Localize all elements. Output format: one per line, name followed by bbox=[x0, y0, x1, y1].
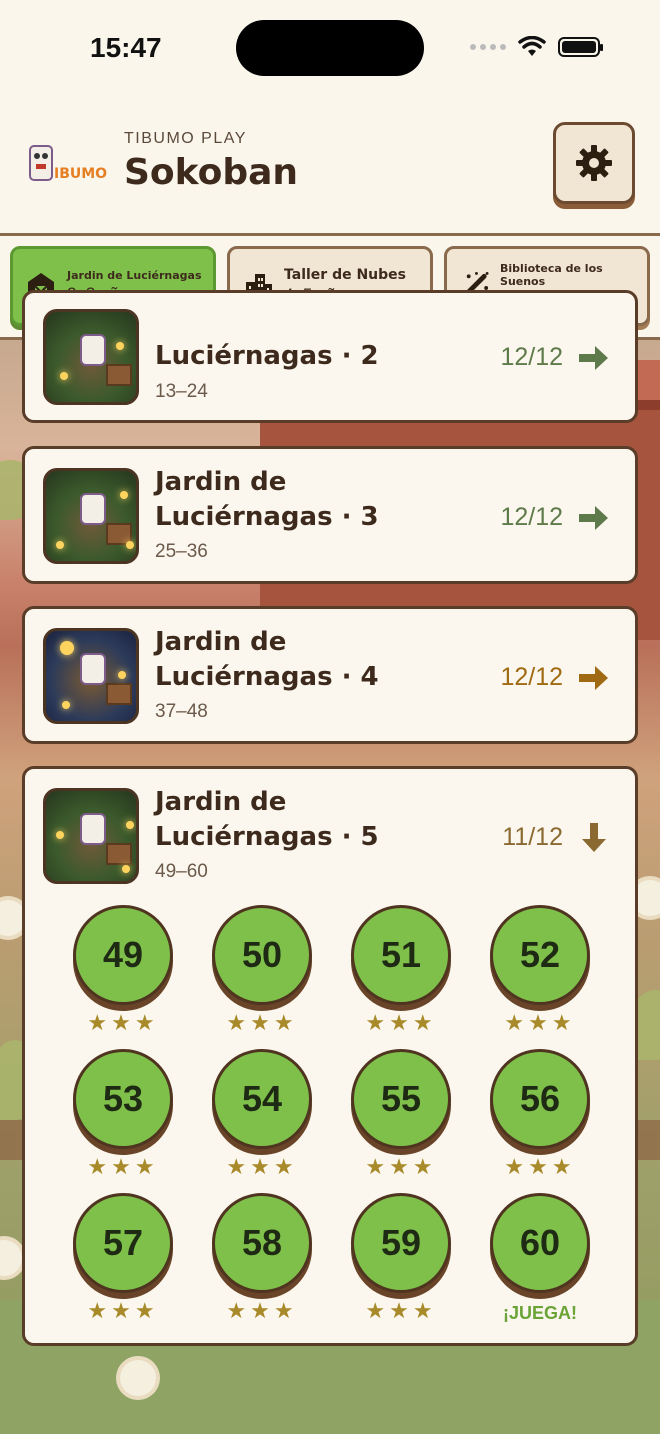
gear-icon bbox=[576, 145, 612, 181]
status-icons bbox=[470, 36, 603, 58]
tibumo-logo: IBUMO bbox=[29, 145, 107, 182]
world-name: Luciérnagas · 5 bbox=[155, 822, 379, 852]
settings-button[interactable] bbox=[553, 122, 635, 204]
world-progress: 12/12 bbox=[500, 663, 563, 691]
level-button[interactable]: 56 bbox=[490, 1049, 590, 1149]
arrow-down-icon bbox=[582, 823, 606, 852]
world-range: 37–48 bbox=[155, 701, 208, 722]
level-stars: ★★★ bbox=[226, 1155, 298, 1180]
level-button[interactable]: 51 bbox=[351, 905, 451, 1005]
level-stars: ★★★ bbox=[226, 1299, 298, 1324]
world-progress: 12/12 bbox=[500, 343, 563, 371]
world-progress: 11/12 bbox=[502, 823, 563, 851]
world-card-3[interactable]: Jardin de Luciérnagas · 3 25–36 12/12 bbox=[22, 446, 638, 584]
page-title: Sokoban bbox=[124, 152, 299, 193]
wifi-icon bbox=[518, 36, 546, 56]
level-button[interactable]: 49 bbox=[73, 905, 173, 1005]
level-stars: ★★★ bbox=[365, 1299, 437, 1324]
cellular-signal-icon bbox=[470, 44, 506, 50]
level-button[interactable]: 55 bbox=[351, 1049, 451, 1149]
level-stars: ★★★ bbox=[87, 1155, 159, 1180]
level-stars: ★★★ bbox=[365, 1011, 437, 1036]
level-button[interactable]: 53 bbox=[73, 1049, 173, 1149]
app-kicker: TIBUMO PLAY bbox=[124, 130, 247, 147]
level-button[interactable]: 58 bbox=[212, 1193, 312, 1293]
level-stars: ★★★ bbox=[87, 1011, 159, 1036]
scenery-flower bbox=[0, 1240, 22, 1276]
tab-name: Biblioteca de los Suenos bbox=[500, 262, 603, 288]
world-range: 25–36 bbox=[155, 541, 208, 562]
level-button[interactable]: 54 bbox=[212, 1049, 312, 1149]
scenery-flower bbox=[120, 1360, 156, 1396]
status-time: 15:47 bbox=[90, 32, 162, 63]
world-name-line1: Jardin de bbox=[155, 627, 287, 657]
tab-name: Jardin de Luciérnagas bbox=[67, 268, 202, 282]
battery-icon bbox=[558, 37, 603, 57]
world-progress: 12/12 bbox=[500, 503, 563, 531]
world-thumbnail bbox=[43, 788, 139, 884]
world-card-4[interactable]: Jardin de Luciérnagas · 4 37–48 12/12 bbox=[22, 606, 638, 744]
world-card-2[interactable]: Luciérnagas · 2 13–24 12/12 bbox=[22, 290, 638, 423]
level-stars: ★★★ bbox=[504, 1155, 576, 1180]
level-stars: ★★★ bbox=[87, 1299, 159, 1324]
world-thumbnail bbox=[43, 468, 139, 564]
app-header: IBUMO TIBUMO PLAY Sokoban bbox=[0, 100, 660, 236]
world-name: Luciérnagas · 2 bbox=[155, 341, 379, 371]
arrow-right-icon bbox=[579, 666, 608, 690]
tab-name: Taller de Nubes bbox=[284, 267, 406, 283]
world-thumbnail bbox=[43, 628, 139, 724]
status-bar: 15:47 bbox=[0, 0, 660, 100]
world-name: Luciérnagas · 4 bbox=[155, 662, 379, 692]
level-button[interactable]: 57 bbox=[73, 1193, 173, 1293]
world-card-5[interactable]: Jardin de Luciérnagas · 5 49–60 11/12 49… bbox=[22, 766, 638, 1346]
world-thumbnail bbox=[43, 309, 139, 405]
level-button[interactable]: 59 bbox=[351, 1193, 451, 1293]
level-stars: ★★★ bbox=[365, 1155, 437, 1180]
world-name-line1: Jardin de bbox=[155, 787, 287, 817]
world-name: Luciérnagas · 3 bbox=[155, 502, 379, 532]
play-label: ¡JUEGA! bbox=[502, 1303, 577, 1323]
arrow-right-icon bbox=[579, 506, 608, 530]
world-range: 13–24 bbox=[155, 381, 208, 402]
level-stars: ★★★ bbox=[226, 1011, 298, 1036]
dynamic-island bbox=[236, 20, 424, 76]
logo-text: IBUMO bbox=[54, 166, 107, 182]
level-button[interactable]: 52 bbox=[490, 905, 590, 1005]
level-stars: ★★★ bbox=[504, 1011, 576, 1036]
world-range: 49–60 bbox=[155, 861, 208, 882]
level-button[interactable]: 50 bbox=[212, 905, 312, 1005]
world-name-line1: Jardin de bbox=[155, 467, 287, 497]
arrow-right-icon bbox=[579, 346, 608, 370]
level-button-next[interactable]: 60 bbox=[490, 1193, 590, 1293]
